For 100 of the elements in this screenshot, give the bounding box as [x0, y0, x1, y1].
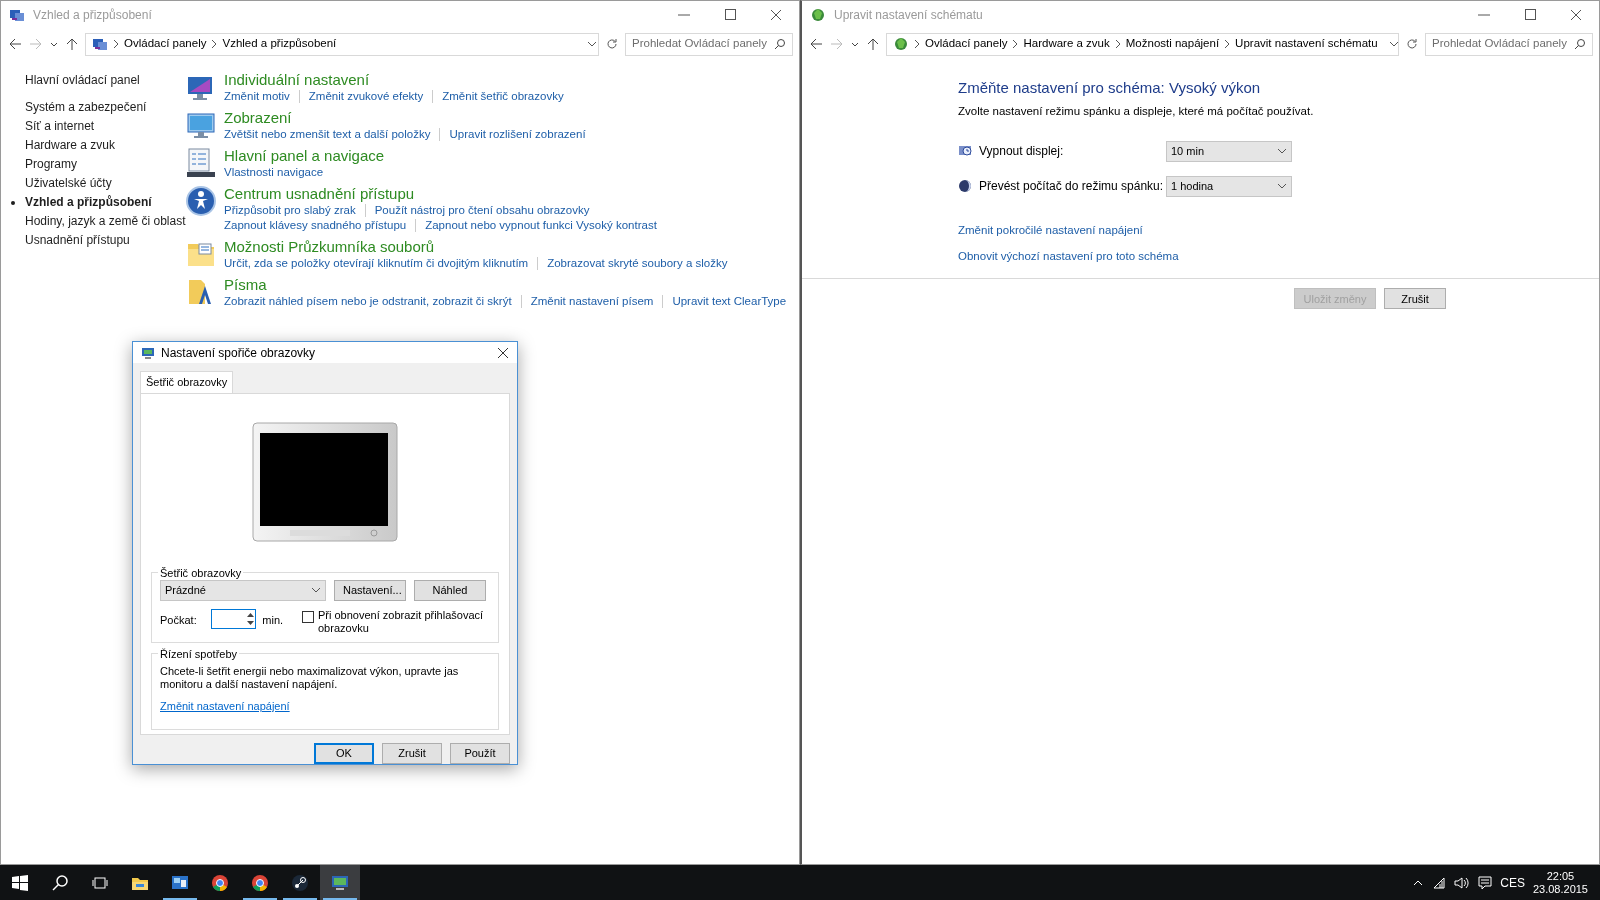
sidebar-item[interactable]: Systém a zabezpečení: [25, 98, 185, 117]
sidebar-item[interactable]: Usnadnění přístupu: [25, 231, 185, 250]
dialog-button[interactable]: Zrušit: [382, 743, 442, 764]
task-link[interactable]: Zapnout nebo vypnout funkci Vysoký kontrast: [425, 218, 657, 233]
select-value: Prázdné: [165, 582, 206, 598]
task-link[interactable]: Upravit rozlišení zobrazení: [449, 127, 586, 142]
minutes-spinner[interactable]: [210, 608, 257, 629]
screensaver-select[interactable]: Prázdné: [160, 579, 326, 601]
refresh-icon[interactable]: [604, 36, 620, 52]
search-field[interactable]: Prohledat Ovládací panely: [1425, 32, 1593, 56]
dialog-button[interactable]: Použít: [450, 743, 510, 764]
power-description: Chcete-li šetřit energii nebo maximalizovat výkon, upravte jas monitoru a další nastavení napájení.: [160, 664, 460, 691]
checkbox-label: Při obnovení zobrazit přihlašovací obrazovku: [318, 608, 485, 635]
chevron-icon: [1012, 39, 1019, 49]
dialog-title: Nastavení spořiče obrazovky: [161, 344, 316, 362]
setting-select[interactable]: 1 hodina: [1166, 175, 1292, 197]
notification-icon[interactable]: [1478, 875, 1493, 890]
category-title-link[interactable]: Písma: [224, 276, 787, 294]
breadcrumb-item[interactable]: Ovládací panely: [124, 35, 207, 53]
sidebar-item[interactable]: Programy: [25, 155, 185, 174]
chevron-icon: [914, 39, 920, 49]
breadcrumb-item[interactable]: Vzhled a přizpůsobení: [222, 35, 337, 53]
task-link[interactable]: Změnit motiv: [224, 89, 290, 104]
select-value: 1 hodina: [1171, 179, 1214, 194]
back-arrow-icon[interactable]: [808, 36, 824, 52]
group-label: Řízení spotřeby: [159, 646, 239, 661]
task-link[interactable]: Zobrazit náhled písem nebo je odstranit, zobrazit či skrýt: [224, 294, 512, 309]
bullet-icon: [11, 201, 15, 205]
game-client-icon[interactable]: [291, 873, 309, 892]
category-title-link[interactable]: Individuální nastavení: [224, 71, 564, 89]
group-label: Šetřič obrazovky: [159, 565, 243, 580]
sidebar-item[interactable]: Síť a internet: [25, 117, 185, 136]
browser-icon[interactable]: [251, 873, 269, 892]
back-arrow-icon[interactable]: [7, 36, 23, 52]
settings-button[interactable]: Nastavení...: [334, 579, 406, 601]
sidebar-item[interactable]: Uživatelské účty: [25, 174, 185, 193]
task-link[interactable]: Zvětšit nebo zmenšit text a další položky: [224, 127, 431, 142]
task-link[interactable]: Změnit nastavení písem: [530, 294, 654, 309]
up-arrow-icon[interactable]: [865, 36, 881, 52]
speaker-icon[interactable]: [1454, 875, 1471, 890]
refresh-icon[interactable]: [1404, 36, 1420, 52]
category-title-link[interactable]: Centrum usnadnění přístupu: [224, 185, 657, 203]
category-title-link[interactable]: Možnosti Průzkumníka souborů: [224, 238, 728, 256]
setting-label: Vypnout displej:: [979, 143, 1065, 161]
monitor-icon: [141, 345, 155, 360]
checkbox[interactable]: [302, 610, 314, 623]
clock[interactable]: 22:05 23.08.2015: [1532, 869, 1588, 896]
up-arrow-icon[interactable]: [64, 36, 80, 52]
select-value: 10 min: [1171, 144, 1205, 159]
unit-label: min.: [262, 612, 285, 628]
window-icon: [810, 7, 826, 23]
task-link[interactable]: Zapnout klávesy snadného přístupu: [224, 218, 407, 233]
taskbar-icon[interactable]: [185, 147, 217, 179]
task-link[interactable]: Vlastnosti navigace: [224, 165, 324, 180]
close-icon[interactable]: [497, 346, 509, 359]
dialog-button[interactable]: OK: [314, 743, 374, 764]
search-icon[interactable]: [774, 38, 786, 50]
footer-button[interactable]: Zrušit: [1384, 288, 1446, 310]
language-indicator[interactable]: CES: [1500, 873, 1525, 892]
start-icon[interactable]: [11, 873, 29, 892]
clock-icon: [958, 144, 972, 159]
dropdown-icon: [311, 585, 321, 595]
breadcrumb-item[interactable]: Upravit nastavení schématu: [1235, 35, 1378, 53]
task-link[interactable]: Zobrazovat skryté soubory a složky: [547, 256, 728, 271]
search-icon[interactable]: [51, 873, 69, 892]
settings-link[interactable]: Změnit pokročilé nastavení napájení: [958, 221, 1599, 239]
category-title-link[interactable]: Zobrazení: [224, 109, 586, 127]
sidebar-link[interactable]: Hlavní ovládací panel: [25, 71, 185, 90]
sidebar-item[interactable]: Hardware a zvuk: [25, 136, 185, 155]
settings-link[interactable]: Obnovit výchozí nastavení pro toto schéma: [958, 248, 1599, 266]
preview-button[interactable]: Náhled: [414, 579, 486, 601]
task-link[interactable]: Změnit šetřič obrazovky: [442, 89, 564, 104]
sidebar-item[interactable]: Vzhled a přizpůsobení: [25, 193, 185, 212]
category-title-link[interactable]: Hlavní panel a navigace: [224, 147, 385, 165]
browser-icon[interactable]: [211, 873, 229, 892]
breadcrumb-item[interactable]: Možnosti napájení: [1125, 35, 1220, 53]
access-icon[interactable]: [185, 185, 217, 217]
breadcrumb-item[interactable]: Hardware a zvuk: [1023, 35, 1110, 53]
tab[interactable]: Šetřič obrazovky: [140, 371, 234, 393]
task-link[interactable]: Použít nástroj pro čtení obsahu obrazovky: [374, 203, 590, 218]
address-bar[interactable]: Ovládací panely Vzhled a přizpůsobení: [85, 32, 599, 56]
breadcrumb-item[interactable]: Ovládací panely: [925, 35, 1008, 53]
chevron-icon: [211, 39, 218, 49]
setting-select[interactable]: 10 min: [1166, 140, 1292, 162]
task-link[interactable]: Změnit zvukové efekty: [308, 89, 424, 104]
monitor-icon[interactable]: [331, 873, 349, 892]
search-icon[interactable]: [1574, 38, 1586, 50]
search-field[interactable]: Prohledat Ovládací panely: [625, 32, 793, 56]
task-link[interactable]: Určit, zda se položky otevírají kliknutím či dvojitým kliknutím: [224, 256, 529, 271]
moon-icon: [958, 179, 972, 194]
sidebar-item[interactable]: Hodiny, jazyk a země či oblast: [25, 212, 185, 231]
page-heading: Změňte nastavení pro schéma: Vysoký výkon: [958, 78, 1262, 98]
task-link[interactable]: Upravit text ClearType: [672, 294, 787, 309]
window-icon: [9, 7, 25, 23]
task-link[interactable]: Přizpůsobit pro slabý zrak: [224, 203, 356, 218]
address-bar[interactable]: Ovládací panely Hardware a zvuk Možnosti napájení Upravit nastavení schématu: [886, 32, 1399, 56]
power-settings-link[interactable]: Změnit nastavení napájení: [160, 697, 290, 714]
chevron-icon: [1114, 39, 1121, 49]
window-icon[interactable]: [171, 873, 189, 892]
chevron-icon: [1224, 39, 1231, 49]
